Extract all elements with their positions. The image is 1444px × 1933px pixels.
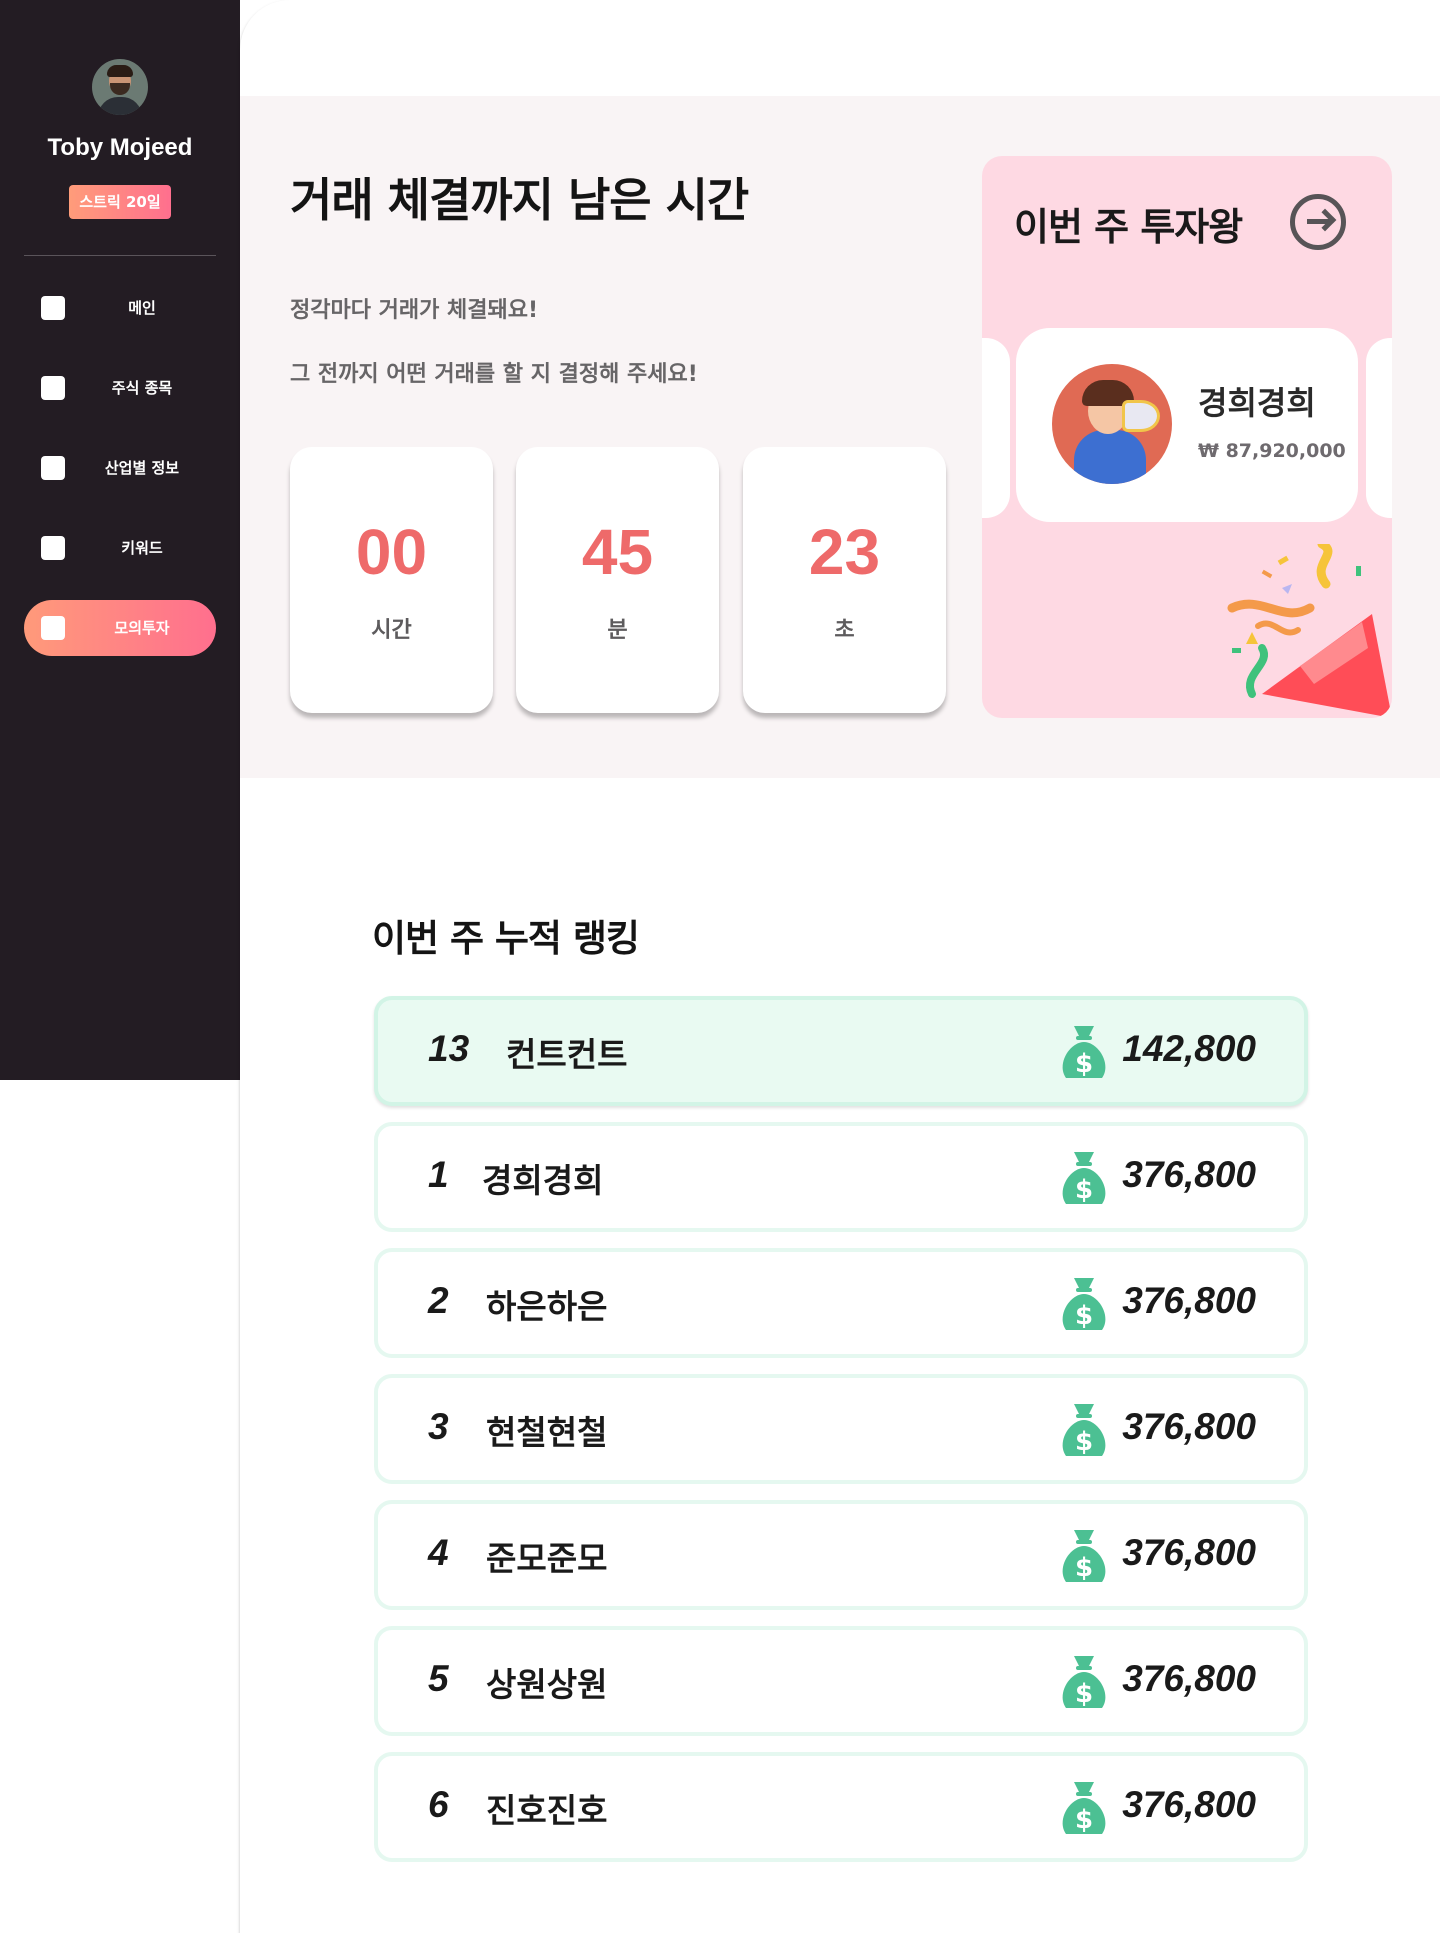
winner-amount: ₩ 87,920,000: [1198, 440, 1346, 462]
timer-minutes-card: 45 분: [516, 447, 719, 713]
timer-seconds-unit: 초: [834, 618, 855, 643]
rank-number: 1: [428, 1154, 449, 1195]
keyword-icon: [41, 536, 65, 560]
main-icon: [41, 296, 65, 320]
page: Toby Mojeed 스트릭 20일 메인 주식 종목 산업별 정보 키워드 …: [0, 0, 1444, 1933]
money-bag-icon: $: [1062, 1656, 1106, 1709]
rank-number: 5: [428, 1658, 449, 1699]
table-row[interactable]: 6 진호진호 $ 376,800: [374, 1752, 1308, 1862]
sidebar-item-label: 산업별 정보: [104, 459, 180, 477]
timer-hours-card: 00 시간: [290, 447, 493, 713]
rank-score: 376,800: [1122, 1154, 1256, 1195]
timer-minutes-unit: 분: [607, 618, 628, 643]
svg-text:$: $: [1075, 1301, 1093, 1331]
sidebar-item-label: 키워드: [121, 539, 163, 557]
countdown-subtitle-2: 그 전까지 어떤 거래를 할 지 결정해 주세요!: [290, 362, 698, 387]
rank-name: 상원상원: [486, 1665, 608, 1704]
svg-text:$: $: [1075, 1049, 1093, 1079]
rank-number: 13: [428, 1028, 470, 1069]
table-row[interactable]: 5 상원상원 $ 376,800: [374, 1626, 1308, 1736]
rank-score: 376,800: [1122, 1532, 1256, 1573]
stocks-icon: [41, 376, 65, 400]
arrow-right-circle-icon[interactable]: [1290, 194, 1346, 250]
sidebar-divider: [24, 255, 216, 256]
sidebar-item-label: 메인: [128, 299, 156, 317]
rank-score: 142,800: [1122, 1028, 1256, 1069]
sidebar-item-label: 주식 종목: [111, 379, 173, 397]
rank-score: 376,800: [1122, 1280, 1256, 1321]
timer-hours-value: 00: [355, 516, 428, 588]
sidebar-item-stocks[interactable]: 주식 종목: [24, 360, 216, 416]
rank-number: 2: [428, 1280, 449, 1321]
streak-badge: 스트릭 20일: [69, 185, 171, 219]
weekly-winner-panel: 이번 주 투자왕 경희경희 ₩ 87,920,000: [982, 156, 1392, 718]
money-bag-icon: $: [1062, 1782, 1106, 1835]
party-popper-icon: [1227, 544, 1392, 718]
rank-name: 컨트컨트: [506, 1035, 628, 1074]
table-row[interactable]: 3 현철현철 $ 376,800: [374, 1374, 1308, 1484]
ranking-title: 이번 주 누적 랭킹: [372, 917, 640, 960]
countdown-subtitle-1: 정각마다 거래가 체결돼요!: [290, 298, 538, 323]
user-avatar[interactable]: [92, 59, 148, 115]
rank-name: 준모준모: [486, 1539, 608, 1578]
money-bag-icon: $: [1062, 1026, 1106, 1079]
timer-seconds-value: 23: [808, 516, 881, 588]
sidebar-item-label: 모의투자: [114, 619, 170, 637]
winner-card[interactable]: 경희경희 ₩ 87,920,000: [1016, 328, 1358, 522]
sidebar-item-keyword[interactable]: 키워드: [24, 520, 216, 576]
money-bag-icon: $: [1062, 1404, 1106, 1457]
money-bag-icon: $: [1062, 1530, 1106, 1583]
svg-text:$: $: [1075, 1553, 1093, 1583]
rank-name: 현철현철: [486, 1413, 608, 1452]
money-bag-icon: $: [1062, 1278, 1106, 1331]
user-name: Toby Mojeed: [47, 134, 193, 161]
megaphone-icon: [1122, 400, 1160, 432]
timer-seconds-card: 23 초: [743, 447, 946, 713]
winner-name: 경희경희: [1198, 384, 1316, 422]
rank-score: 376,800: [1122, 1406, 1256, 1447]
carousel-next-card[interactable]: [1366, 338, 1392, 518]
rank-number: 3: [428, 1406, 449, 1447]
svg-text:$: $: [1075, 1427, 1093, 1457]
carousel-prev-card[interactable]: [982, 338, 1010, 518]
rank-name: 하은하은: [486, 1287, 608, 1326]
money-bag-icon: $: [1062, 1152, 1106, 1205]
sidebar-item-mock-invest[interactable]: 모의투자: [24, 600, 216, 656]
svg-text:$: $: [1075, 1175, 1093, 1205]
sidebar-item-main[interactable]: 메인: [24, 280, 216, 336]
svg-text:$: $: [1075, 1679, 1093, 1709]
rank-name: 진호진호: [486, 1791, 608, 1830]
rank-number: 4: [428, 1532, 449, 1573]
rank-score: 376,800: [1122, 1658, 1256, 1699]
rank-name: 경희경희: [482, 1161, 604, 1200]
rank-number: 6: [428, 1784, 449, 1825]
sidebar-item-industry[interactable]: 산업별 정보: [24, 440, 216, 496]
winner-avatar: [1052, 364, 1172, 484]
countdown-title: 거래 체결까지 남은 시간: [290, 173, 749, 227]
sidebar: Toby Mojeed 스트릭 20일 메인 주식 종목 산업별 정보 키워드 …: [0, 0, 240, 1080]
timer-minutes-value: 45: [581, 516, 654, 588]
my-rank-row[interactable]: 13 컨트컨트 $ 142,800: [374, 996, 1308, 1106]
industry-icon: [41, 456, 65, 480]
timer-hours-unit: 시간: [371, 618, 412, 643]
table-row[interactable]: 4 준모준모 $ 376,800: [374, 1500, 1308, 1610]
svg-text:$: $: [1075, 1805, 1093, 1835]
table-row[interactable]: 1 경희경희 $ 376,800: [374, 1122, 1308, 1232]
mock-invest-icon: [41, 616, 65, 640]
weekly-winner-title: 이번 주 투자왕: [1014, 205, 1243, 249]
rank-score: 376,800: [1122, 1784, 1256, 1825]
table-row[interactable]: 2 하은하은 $ 376,800: [374, 1248, 1308, 1358]
